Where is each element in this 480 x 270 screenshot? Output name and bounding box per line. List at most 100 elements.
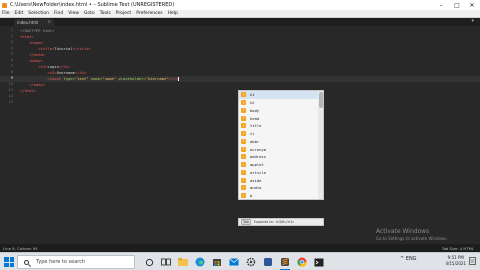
settings-gear-icon[interactable] [245,256,257,268]
function-kind-icon: f [241,162,246,168]
tab-overflow-icon[interactable]: ▾ [471,18,474,24]
autocomplete-item-label: audio [250,185,262,191]
tab-close-icon[interactable]: × [48,19,51,24]
taskbar-clock[interactable]: 9:51 PM 4/15/2021 [445,255,466,267]
maximize-button[interactable]: □ [450,0,464,10]
code-token: "text" [74,76,91,81]
menu-view[interactable]: View [68,11,79,16]
search-icon [24,259,29,265]
sublime-app-icon [2,2,7,8]
function-kind-icon: f [241,123,246,129]
autocomplete-item[interactable]: f abbr [239,138,319,146]
autocomplete-item[interactable]: f h2 [239,99,319,107]
code-line: </html> [20,88,36,93]
autocomplete-popup: f h1 f h2 f body f head f title f tr f abbr f acronym f a… [238,90,324,200]
tab-label: index.html [17,20,39,25]
autocomplete-hint: Tab Expands to: h1$0</h1> [238,218,324,226]
search-placeholder: Type here to search [36,259,86,265]
line-number: 6 [10,58,13,62]
function-kind-icon: f [241,193,246,199]
menu-bar: File Edit Selection Find View Goto Tools… [0,10,480,18]
autocomplete-item-label: h1 [250,92,255,98]
taskbar-search-box[interactable]: Type here to search [17,255,135,269]
code-line: <html> [20,34,34,39]
edge-icon[interactable] [194,256,206,268]
code-token: </head> [20,52,46,57]
line-number: 2 [10,34,13,38]
autocomplete-item[interactable]: f aside [239,176,319,184]
menu-project[interactable]: Project [116,11,131,16]
minimize-button[interactable]: – [434,0,448,10]
code-line: <body> [20,58,43,63]
line-number: 9 [10,76,13,80]
tab-index-html[interactable]: index.html × [14,19,54,26]
code-token: </h1> [58,64,71,69]
title-bar: C:\Users\NewFolder\index.html • – Sublim… [0,0,480,10]
line-number: 12 [8,94,13,98]
close-window-button[interactable]: ✕ [465,0,479,10]
code-token: <body> [20,58,43,63]
menu-help[interactable]: Help [168,11,178,16]
code-token: <h1> [20,64,48,69]
system-tray[interactable]: ^ ENG [400,256,417,262]
cortana-icon[interactable] [143,256,155,268]
sublime-taskbar-icon[interactable] [279,256,291,270]
line-number: 13 [8,100,13,104]
function-kind-icon: f [241,92,246,98]
menu-selection[interactable]: Selection [28,11,49,16]
task-view-icon[interactable] [160,256,172,268]
autocomplete-item[interactable]: f address [239,153,319,161]
menu-file[interactable]: File [2,11,10,16]
expands-to-value: h1$0</h1> [275,220,295,224]
tab-bar: index.html × ▾ [0,18,480,26]
code-line: </body> [20,82,45,87]
autocomplete-item[interactable]: f head [239,114,319,122]
windows-start-icon[interactable] [4,257,14,267]
autocomplete-item[interactable]: f tr [239,130,319,138]
autocomplete-scroll-thumb[interactable] [318,92,323,108]
autocomplete-item-label: article [250,169,267,175]
function-kind-icon: f [241,169,246,175]
line-number: 10 [8,82,13,86]
store-icon[interactable] [211,256,223,268]
autocomplete-item-label: body [250,107,260,113]
chrome-icon[interactable] [296,256,308,268]
autocomplete-item[interactable]: f article [239,169,319,177]
autocomplete-item[interactable]: f audio [239,184,319,192]
menu-find[interactable]: Find [54,11,63,16]
syntax-indicator[interactable]: Tab Size: 4 HTML [442,246,474,251]
function-kind-icon: f [241,146,246,152]
file-explorer-icon[interactable] [177,256,189,268]
code-line: <h1>Login</h1> [20,64,70,69]
autocomplete-item[interactable]: f title [239,122,319,130]
autocomplete-scrollbar[interactable] [318,91,323,199]
autocomplete-item-label: abbr [250,138,260,144]
menu-tools[interactable]: Tools [100,11,111,16]
code-token: </html> [20,88,37,93]
autocomplete-item[interactable]: f applet [239,161,319,169]
autocomplete-item[interactable]: f h1 [239,91,319,99]
notifications-icon[interactable] [469,257,476,266]
code-token: <title> [20,46,55,51]
clock-date: 4/15/2021 [445,261,466,266]
app-icon[interactable] [262,256,274,268]
menu-goto[interactable]: Goto [84,11,95,16]
function-kind-icon: f [241,100,246,106]
line-number: 7 [10,64,13,68]
function-kind-icon: f [241,185,246,191]
mail-icon[interactable] [228,256,240,268]
windows-taskbar: Type here to search ^ ENG 9:51 PM 4/15/2… [0,252,480,270]
code-line: </head> [20,52,45,57]
function-kind-icon: f [241,107,246,113]
menu-preferences[interactable]: Preferences [136,11,162,16]
autocomplete-item[interactable]: f acronym [239,145,319,153]
code-token: <h2> [20,70,57,75]
code-line: <title>Tutorial</title> [20,46,91,51]
autocomplete-item[interactable]: f body [239,107,319,115]
code-line: <!DOCTYPE html> [20,28,54,33]
autocomplete-item[interactable]: fb [239,192,319,200]
status-bar: Line 9, Column 95 Tab Size: 4 HTML [0,244,480,252]
terminal-icon[interactable] [313,256,325,268]
code-token: </body> [20,82,46,87]
menu-edit[interactable]: Edit [15,11,24,16]
